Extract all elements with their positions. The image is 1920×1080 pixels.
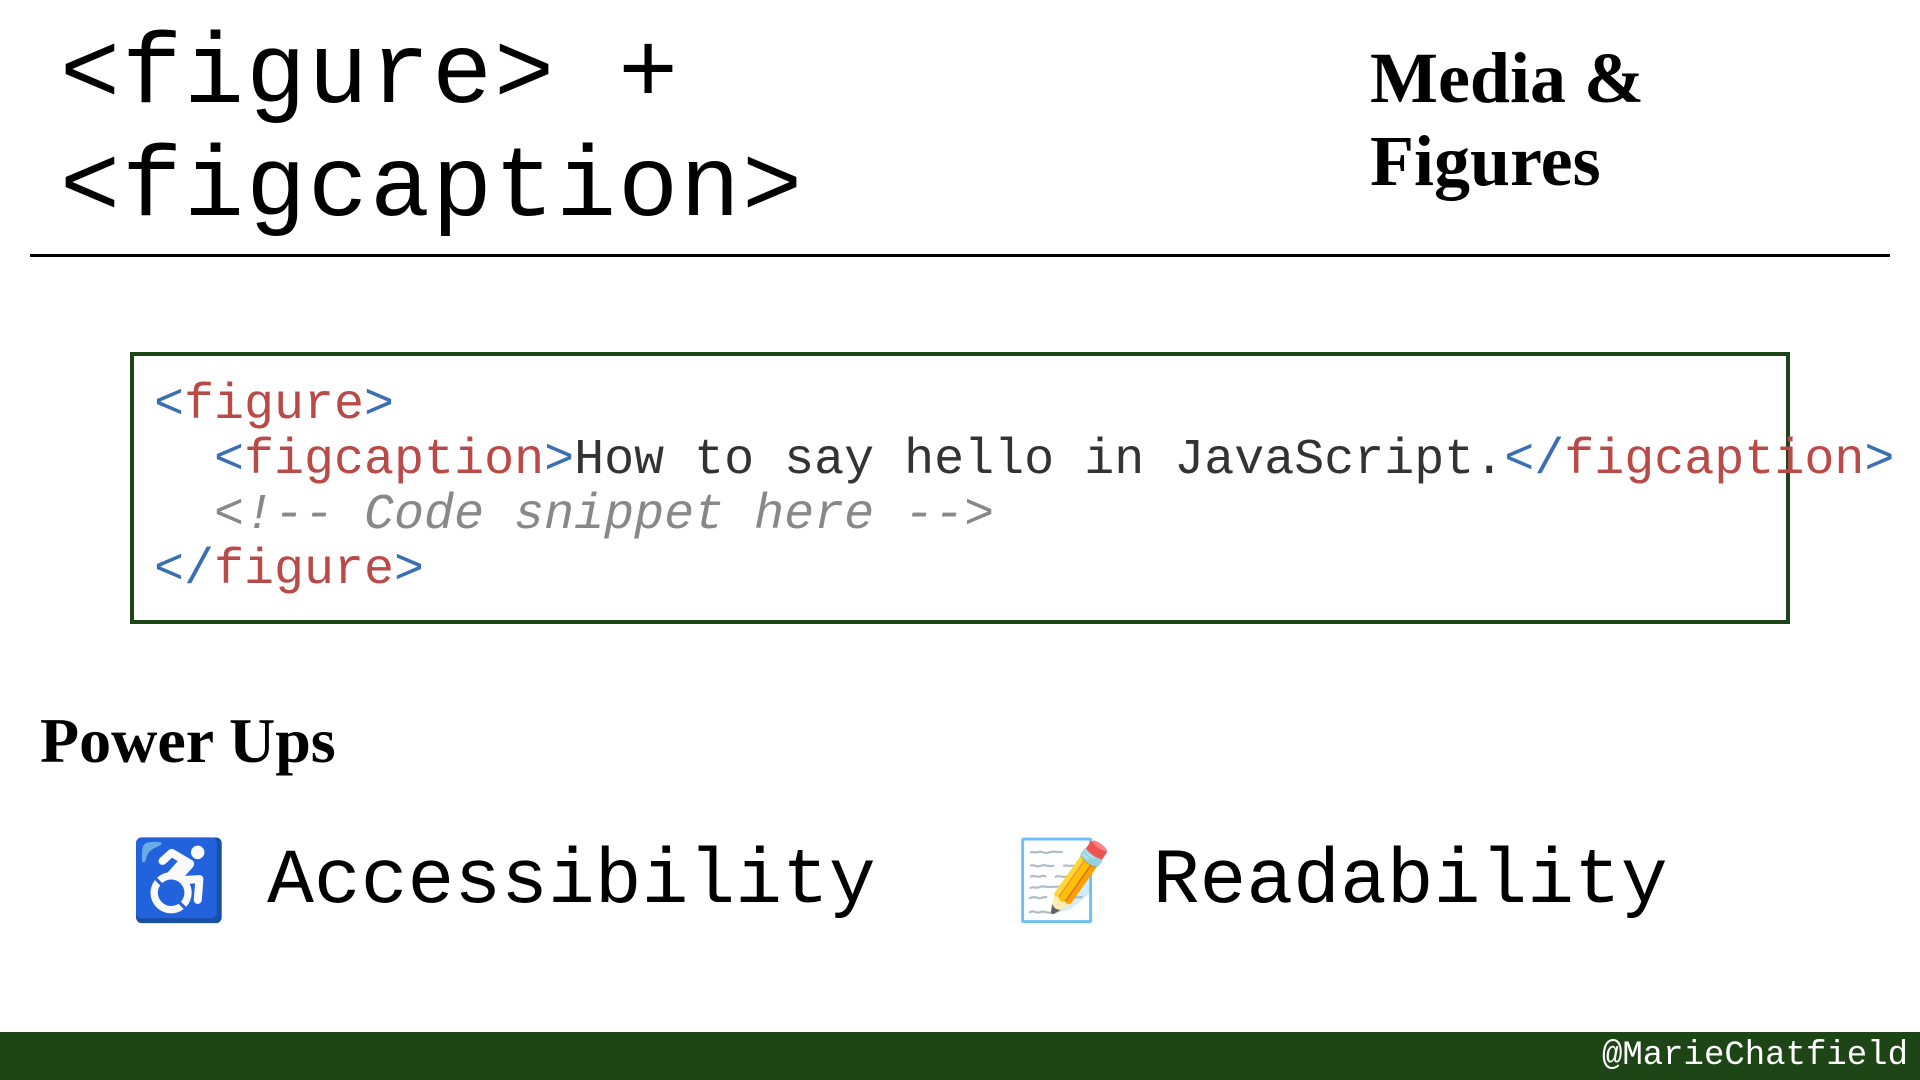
memo-icon: 📝 xyxy=(1016,843,1113,921)
code-tag: figure xyxy=(184,377,364,434)
code-example: <figure> <figcaption>How to say hello in… xyxy=(130,352,1790,624)
slide-footer: @MarieChatfield xyxy=(0,1032,1920,1080)
author-handle: @MarieChatfield xyxy=(1602,1037,1908,1075)
code-bracket: > xyxy=(364,377,394,434)
code-indent xyxy=(154,487,214,544)
code-indent xyxy=(154,432,214,489)
code-bracket: </ xyxy=(1504,432,1564,489)
accessibility-icon: ♿ xyxy=(130,843,227,921)
slide-subtitle: Media & Figures xyxy=(1370,37,1860,203)
slide-title: <figure> + <figcaption> xyxy=(60,20,1370,246)
powerups-heading: Power Ups xyxy=(40,704,1920,778)
code-bracket: > xyxy=(1864,432,1894,489)
slide-header: <figure> + <figcaption> Media & Figures xyxy=(30,0,1890,257)
powerup-label: Accessibility xyxy=(267,838,876,926)
powerups-row: ♿ Accessibility 📝 Readability xyxy=(130,838,1920,926)
code-comment: <!-- Code snippet here --> xyxy=(214,487,994,544)
code-tag: figcaption xyxy=(244,432,544,489)
powerup-accessibility: ♿ Accessibility xyxy=(130,838,876,926)
powerup-readability: 📝 Readability xyxy=(1016,838,1668,926)
code-tag: figcaption xyxy=(1564,432,1864,489)
code-text: How to say hello in JavaScript. xyxy=(574,432,1504,489)
code-tag: figure xyxy=(214,542,394,599)
code-bracket: > xyxy=(394,542,424,599)
powerup-label: Readability xyxy=(1153,838,1668,926)
code-bracket: < xyxy=(214,432,244,489)
code-bracket: < xyxy=(154,377,184,434)
code-bracket: </ xyxy=(154,542,214,599)
code-bracket: > xyxy=(544,432,574,489)
